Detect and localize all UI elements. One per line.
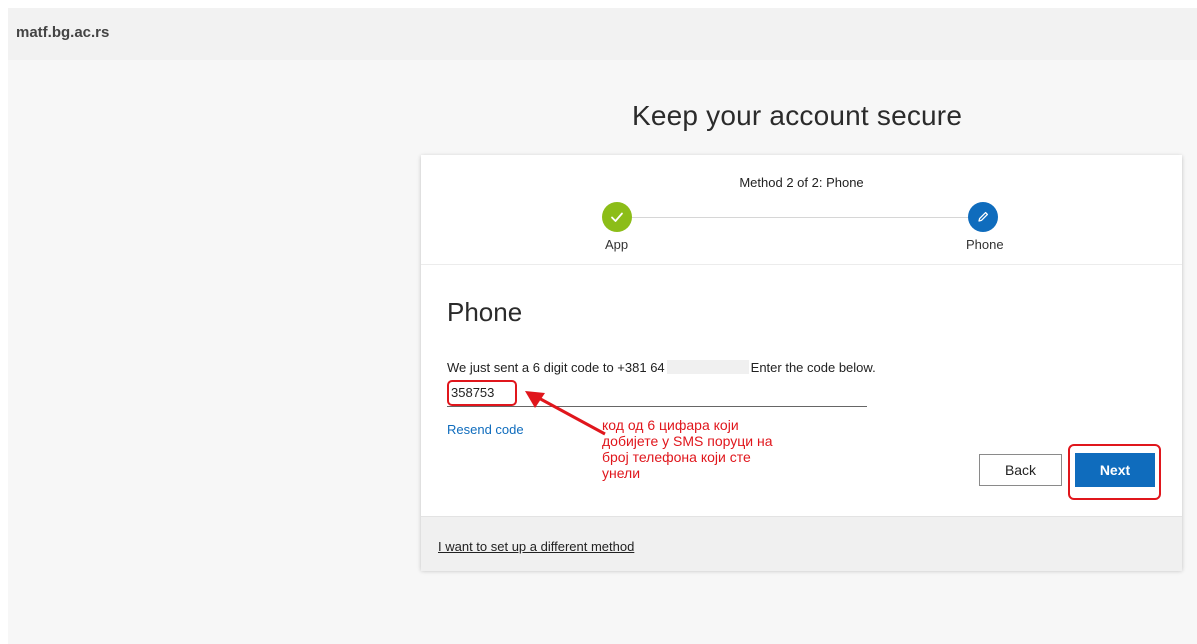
instruction-prefix: We just sent a 6 digit code to +381 64 xyxy=(447,360,665,375)
code-highlight-box xyxy=(447,380,517,406)
card-footer: I want to set up a different method xyxy=(421,516,1182,571)
resend-code-link[interactable]: Resend code xyxy=(447,422,524,437)
step-phone-label: Phone xyxy=(966,237,1004,252)
step-connector-line xyxy=(619,217,982,218)
method-progress-label: Method 2 of 2: Phone xyxy=(739,175,864,190)
instruction-suffix: Enter the code below. xyxy=(750,360,876,375)
org-name: matf.bg.ac.rs xyxy=(16,24,110,41)
pencil-icon xyxy=(978,211,989,222)
different-method-link[interactable]: I want to set up a different method xyxy=(438,539,634,554)
page-title: Keep your account secure xyxy=(632,100,963,131)
setup-card: Method 2 of 2: Phone App Phone Phone We … xyxy=(421,155,1182,571)
next-button[interactable]: Next xyxy=(1075,453,1155,487)
top-bar: matf.bg.ac.rs xyxy=(8,8,1197,60)
check-icon xyxy=(611,212,623,222)
step-phone-indicator xyxy=(968,202,998,232)
method-stepper: Method 2 of 2: Phone App Phone xyxy=(421,155,1182,265)
masked-phone-number xyxy=(666,360,749,374)
step-app-indicator xyxy=(602,202,632,232)
step-app-label: App xyxy=(605,237,629,252)
code-instruction: We just sent a 6 digit code to +381 64 En… xyxy=(447,360,876,375)
annotation-arrow-icon xyxy=(525,391,606,436)
phone-section-title: Phone xyxy=(447,297,523,327)
back-button[interactable]: Back xyxy=(979,454,1062,486)
annotation-note: код од 6 цифара који добијете у SMS пору… xyxy=(602,417,773,481)
